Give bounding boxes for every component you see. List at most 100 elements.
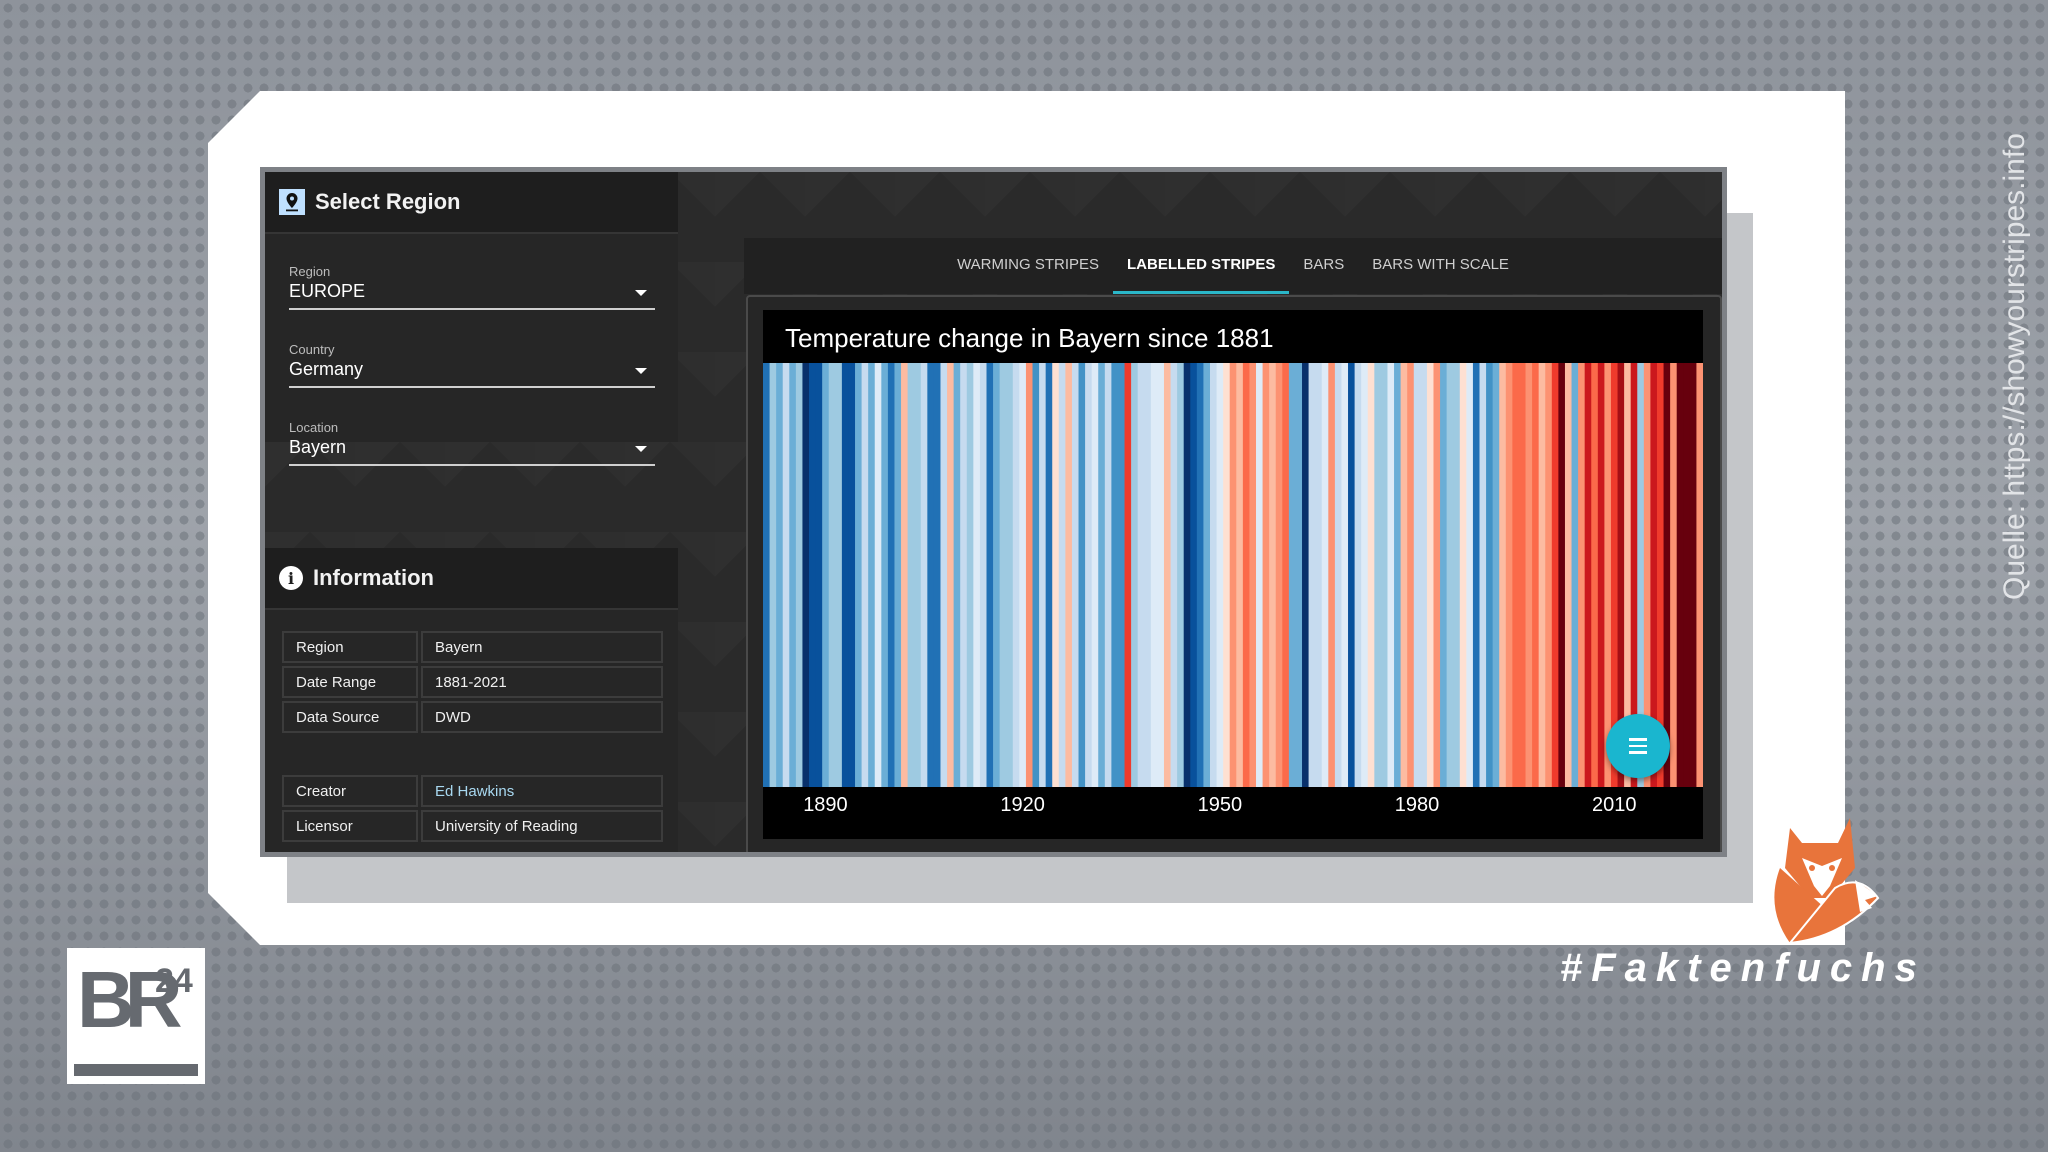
stripe-1943: [1170, 363, 1178, 787]
stripe-1969: [1341, 363, 1349, 787]
stripe-1930: [1085, 363, 1093, 787]
stripe-1904: [914, 363, 922, 787]
region-select[interactable]: Region EUROPE: [289, 234, 655, 312]
stripe-1984: [1440, 363, 1448, 787]
stripe-2023: [1696, 363, 1703, 787]
stripe-1953: [1236, 363, 1244, 787]
chart-title: Temperature change in Bayern since 1881: [785, 323, 1274, 353]
tab-warming-stripes[interactable]: WARMING STRIPES: [943, 238, 1113, 294]
stripe-1927: [1065, 363, 1073, 787]
fox-icon: [1774, 818, 1880, 945]
country-label: Country: [289, 342, 335, 357]
chevron-down-icon[interactable]: [635, 446, 647, 452]
stripe-1979: [1407, 363, 1415, 787]
stripe-1942: [1163, 363, 1172, 787]
stripe-1962: [1295, 363, 1303, 787]
stripe-1990: [1479, 363, 1487, 787]
menu-icon-line: [1629, 751, 1647, 754]
stripe-2022: [1689, 363, 1698, 787]
stripe-1959: [1275, 363, 1283, 787]
stripe-2018: [1663, 363, 1671, 787]
stripe-1940: [1150, 363, 1158, 787]
field-underline: [289, 386, 655, 388]
chart-area: Temperature change in Bayern since 1881 …: [763, 310, 1703, 839]
stripe-1951: [1223, 363, 1231, 787]
credits-table: Creator Ed Hawkins Licensor University of …: [279, 772, 666, 845]
stripe-2003: [1564, 363, 1573, 787]
chevron-down-icon[interactable]: [635, 290, 647, 296]
tab-bars-with-scale[interactable]: BARS WITH SCALE: [1358, 238, 1523, 294]
stripe-1895: [855, 363, 863, 787]
credit-key: Licensor: [282, 810, 418, 842]
country-value: Germany: [289, 359, 364, 379]
map-pin-icon: [279, 189, 305, 215]
info-value: Bayern: [421, 631, 663, 663]
stripe-1977: [1394, 363, 1402, 787]
stripe-2019: [1670, 363, 1678, 787]
stripe-1987: [1459, 363, 1467, 787]
stripe-1913: [973, 363, 981, 787]
info-icon: i: [279, 566, 303, 590]
faktenfuchs-hashtag: #Faktenfuchs: [1560, 946, 1926, 990]
info-table: Region Bayern Date Range 1881-2021 Data So…: [279, 628, 666, 736]
stripe-1954: [1242, 363, 1251, 787]
information-title: Information: [313, 565, 434, 590]
stripe-1963: [1302, 363, 1310, 787]
x-tick-label: 1890: [803, 794, 848, 816]
tab-bars[interactable]: BARS: [1289, 238, 1358, 294]
stripe-1992: [1492, 363, 1500, 787]
stripe-1970: [1348, 363, 1356, 787]
stripe-1921: [1025, 363, 1034, 787]
stripe-1983: [1433, 363, 1441, 787]
table-row: Licensor University of Reading: [282, 810, 663, 842]
stripe-1960: [1282, 363, 1290, 787]
stripe-2008: [1597, 363, 1605, 787]
info-value: 1881-2021: [421, 666, 663, 698]
stripe-1922: [1032, 363, 1040, 787]
stripe-1928: [1071, 363, 1080, 787]
field-underline: [289, 308, 655, 310]
stripe-1886: [795, 363, 804, 787]
tab-labelled-stripes[interactable]: LABELLED STRIPES: [1113, 238, 1290, 294]
creator-link[interactable]: Ed Hawkins: [421, 775, 663, 807]
stripe-2007: [1591, 363, 1599, 787]
br24-logo: BR 24: [67, 948, 205, 1084]
stripe-1911: [960, 363, 968, 787]
country-select[interactable]: Country Germany: [289, 312, 655, 390]
stripe-1885: [789, 363, 797, 787]
stripe-1967: [1328, 363, 1336, 787]
stripe-2006: [1584, 363, 1592, 787]
stripe-2005: [1578, 363, 1586, 787]
stripe-1929: [1078, 363, 1086, 787]
stripe-1941: [1157, 363, 1165, 787]
stripe-1989: [1472, 363, 1481, 787]
stripe-1884: [782, 363, 790, 787]
source-credit: Quelle: https://showyourstripes.info: [1998, 133, 2031, 600]
table-row: Data Source DWD: [282, 701, 663, 733]
stripe-1964: [1308, 363, 1316, 787]
chevron-down-icon[interactable]: [635, 368, 647, 374]
stripe-1915: [986, 363, 994, 787]
menu-icon-line: [1629, 744, 1647, 748]
stripe-1902: [901, 363, 909, 787]
stripe-1955: [1249, 363, 1257, 787]
info-key: Date Range: [282, 666, 418, 698]
stripe-1982: [1426, 363, 1435, 787]
table-row: Creator Ed Hawkins: [282, 775, 663, 807]
stripe-1965: [1315, 363, 1323, 787]
stripe-1882: [769, 363, 777, 787]
stripe-2020: [1676, 363, 1684, 787]
table-row: Date Range 1881-2021: [282, 666, 663, 698]
location-select[interactable]: Location Bayern: [289, 390, 655, 468]
stripe-1938: [1137, 363, 1145, 787]
stripe-1985: [1446, 363, 1454, 787]
stripe-1956: [1256, 363, 1264, 787]
menu-fab-button[interactable]: [1606, 714, 1670, 778]
tab-bar: WARMING STRIPES LABELLED STRIPES BARS BA…: [744, 238, 1722, 294]
stripe-1939: [1144, 363, 1152, 787]
stripe-1925: [1052, 363, 1060, 787]
stripe-1899: [881, 363, 889, 787]
location-label: Location: [289, 420, 339, 435]
stripe-1950: [1216, 363, 1224, 787]
credit-key: Creator: [282, 775, 418, 807]
